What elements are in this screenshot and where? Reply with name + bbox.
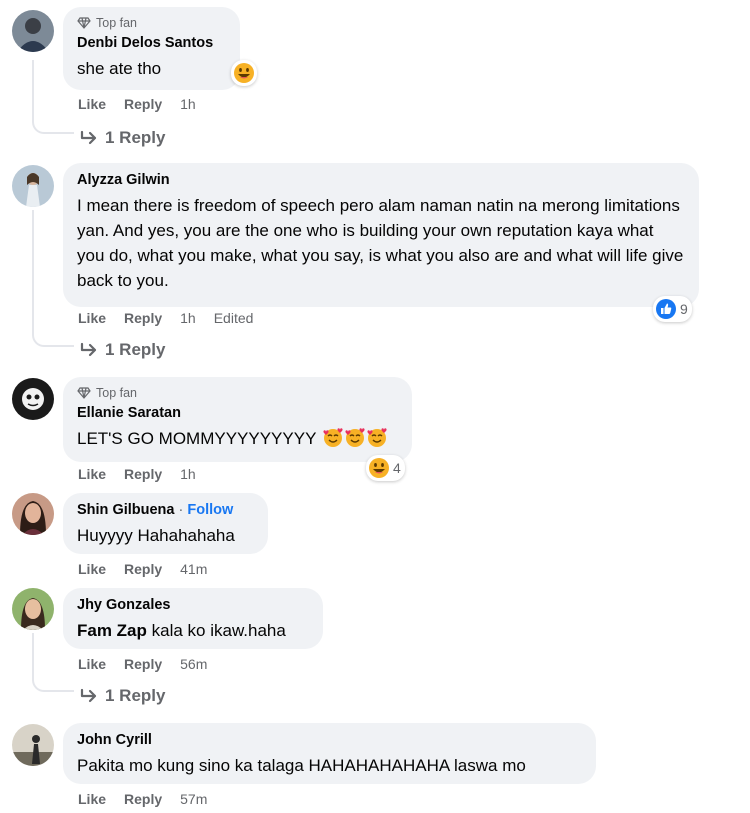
replies-count[interactable]: 1 Reply — [105, 686, 165, 706]
comment-bubble: John Cyrill Pakita mo kung sino ka talag… — [63, 723, 596, 784]
replies-count[interactable]: 1 Reply — [105, 340, 165, 360]
comment-text: kala ko ikaw.haha — [146, 621, 286, 640]
comment-author[interactable]: John Cyrill — [77, 731, 582, 750]
smiling-face-with-hearts-icon — [345, 428, 365, 455]
mention-link[interactable]: Fam Zap — [77, 621, 147, 640]
reply-button[interactable]: Reply — [124, 310, 162, 326]
comment-author[interactable]: Shin Gilbuena — [77, 502, 174, 518]
grinning-emoji-icon — [369, 458, 389, 478]
reply-arrow-icon — [80, 688, 97, 703]
grinning-emoji-icon — [234, 63, 254, 83]
comment-author[interactable]: Denbi Delos Santos — [77, 34, 226, 53]
top-fan-label: Top fan — [96, 386, 138, 400]
comment-author[interactable]: Ellanie Saratan — [77, 404, 398, 423]
like-button[interactable]: Like — [78, 310, 106, 326]
view-replies-link[interactable]: 1 Reply — [80, 686, 165, 706]
like-button[interactable]: Like — [78, 791, 106, 807]
diamond-icon — [77, 17, 91, 29]
timestamp[interactable]: 41m — [180, 561, 207, 577]
comment-bubble: Jhy Gonzales Fam Zap kala ko ikaw.haha — [63, 588, 323, 649]
reply-button[interactable]: Reply — [124, 96, 162, 112]
comment-author[interactable]: Alyzza Gilwin — [77, 171, 685, 190]
comment-actions: Like Reply 1h — [78, 96, 214, 112]
replies-count[interactable]: 1 Reply — [105, 128, 165, 148]
comment-bubble: Top fan Ellanie Saratan LET'S GO MOMMYYY… — [63, 377, 412, 462]
reply-button[interactable]: Reply — [124, 466, 162, 482]
avatar[interactable] — [12, 378, 54, 420]
comment-actions: Like Reply 41m — [78, 561, 225, 577]
avatar[interactable] — [12, 724, 54, 766]
edited-label[interactable]: Edited — [214, 310, 254, 326]
top-fan-label: Top fan — [96, 16, 138, 30]
reaction-summary[interactable]: 9 — [653, 296, 692, 322]
separator-dot: · — [178, 502, 184, 518]
top-fan-badge: Top fan — [77, 15, 226, 31]
comment-bubble: Shin Gilbuena · Follow Huyyyy Hahahahaha — [63, 493, 268, 554]
comment-actions: Like Reply 1h — [78, 466, 214, 482]
comment-text: Pakita mo kung sino ka talaga HAHAHAHAHA… — [77, 756, 526, 775]
smiling-face-with-hearts-icon — [323, 428, 343, 455]
like-button[interactable]: Like — [78, 466, 106, 482]
reply-button[interactable]: Reply — [124, 561, 162, 577]
reaction-summary[interactable] — [231, 60, 257, 86]
reply-button[interactable]: Reply — [124, 791, 162, 807]
like-button[interactable]: Like — [78, 561, 106, 577]
comment-text: LET'S GO MOMMYYYYYYYYY — [77, 429, 317, 448]
avatar[interactable] — [12, 493, 54, 535]
comment-text: she ate tho — [77, 59, 162, 78]
comment-actions: Like Reply 1h Edited — [78, 310, 253, 326]
timestamp[interactable]: 56m — [180, 656, 207, 672]
diamond-icon — [77, 387, 91, 399]
reaction-summary[interactable]: 4 — [366, 455, 405, 481]
comment-text-row: LET'S GO MOMMYYYYYYYYY — [77, 426, 398, 455]
timestamp[interactable]: 1h — [180, 466, 196, 482]
comment-author[interactable]: Jhy Gonzales — [77, 596, 309, 615]
reply-button[interactable]: Reply — [124, 656, 162, 672]
timestamp[interactable]: 1h — [180, 96, 196, 112]
top-fan-badge: Top fan — [77, 385, 398, 401]
like-button[interactable]: Like — [78, 656, 106, 672]
comment-author-row: Shin Gilbuena · Follow — [77, 501, 254, 520]
reply-arrow-icon — [80, 130, 97, 145]
reply-arrow-icon — [80, 342, 97, 357]
comment-bubble: Alyzza Gilwin I mean there is freedom of… — [63, 163, 699, 307]
like-button[interactable]: Like — [78, 96, 106, 112]
like-icon — [656, 299, 676, 319]
comment-actions: Like Reply 56m — [78, 656, 225, 672]
follow-button[interactable]: Follow — [187, 502, 233, 518]
reaction-count: 9 — [680, 301, 688, 317]
comment-bubble: Top fan Denbi Delos Santos she ate tho — [63, 7, 240, 90]
view-replies-link[interactable]: 1 Reply — [80, 128, 165, 148]
timestamp[interactable]: 57m — [180, 791, 207, 807]
comment-text-row: Fam Zap kala ko ikaw.haha — [77, 618, 309, 643]
view-replies-link[interactable]: 1 Reply — [80, 340, 165, 360]
avatar[interactable] — [12, 588, 54, 630]
smiling-face-with-hearts-icon — [367, 428, 387, 455]
comment-actions: Like Reply 57m — [78, 791, 225, 807]
comment-text: Huyyyy Hahahahaha — [77, 526, 235, 545]
comment-text: I mean there is freedom of speech pero a… — [77, 196, 684, 290]
avatar[interactable] — [12, 165, 54, 207]
timestamp[interactable]: 1h — [180, 310, 196, 326]
avatar[interactable] — [12, 10, 54, 52]
reaction-count: 4 — [393, 460, 401, 476]
